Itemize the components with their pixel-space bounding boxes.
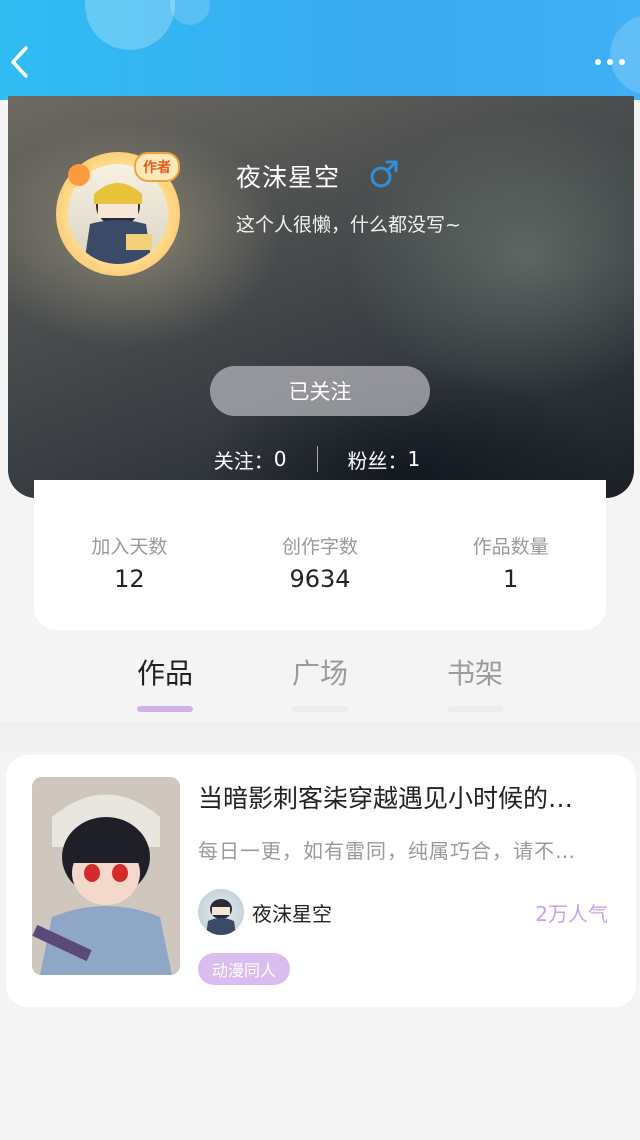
tab-works[interactable]: 作品 [88, 640, 243, 722]
tab-label: 广场 [291, 657, 348, 690]
male-icon [370, 160, 398, 188]
fans-count: 1 [407, 447, 421, 471]
more-dots-icon [595, 59, 601, 65]
stat-join-days: 加入天数 12 [34, 480, 225, 630]
stat-value: 9634 [289, 565, 351, 593]
more-button[interactable] [588, 48, 632, 76]
fans-label: 粉丝： [347, 448, 408, 473]
tab-indicator [137, 706, 193, 712]
divider [316, 446, 318, 472]
work-description: 每日一更，如有雷同，纯属巧合，请不… [198, 839, 576, 863]
work-author-row: 夜沫星空 2万人气 [198, 887, 608, 937]
decor-bubble [170, 0, 210, 25]
profile-tabs: 作品 广场 书架 [0, 640, 640, 722]
following-label: 关注： [213, 448, 274, 473]
work-card[interactable]: 当暗影刺客柒穿越遇见小时候的… 每日一更，如有雷同，纯属巧合，请不… 夜沫星空 … [6, 755, 636, 1007]
fans-stat[interactable]: 粉丝： 1 [348, 445, 421, 474]
tab-indicator [292, 706, 348, 712]
decor-bubble [85, 0, 175, 50]
stat-word-count: 创作字数 9634 [225, 480, 416, 630]
following-count: 0 [273, 447, 287, 471]
stat-label: 作品数量 [472, 536, 549, 558]
stat-label: 创作字数 [282, 536, 359, 558]
following-stat[interactable]: 关注： 0 [214, 445, 287, 474]
decor-dot [68, 164, 90, 186]
follow-button[interactable]: 已关注 [210, 366, 430, 416]
work-cover-image[interactable] [32, 777, 180, 975]
profile-bio: 这个人很懒，什么都没写~ [236, 214, 461, 236]
work-title[interactable]: 当暗影刺客柒穿越遇见小时候的… [198, 779, 618, 815]
section-divider [0, 722, 640, 752]
back-button[interactable] [0, 38, 40, 86]
tab-label: 作品 [136, 657, 193, 690]
profile-avatar[interactable]: 作者 [50, 146, 186, 282]
top-nav-bar [0, 0, 640, 100]
stat-value: 1 [503, 565, 519, 593]
creator-stats-card: 加入天数 12 创作字数 9634 作品数量 1 [34, 480, 606, 630]
author-name: 夜沫星空 [252, 901, 332, 926]
author-avatar[interactable] [198, 889, 244, 935]
stat-label: 加入天数 [91, 536, 168, 558]
tab-label: 书架 [446, 657, 503, 690]
author-badge: 作者 [134, 152, 180, 182]
chevron-left-icon [11, 46, 28, 78]
stat-value: 12 [114, 565, 145, 593]
tab-bookshelf[interactable]: 书架 [398, 640, 553, 722]
profile-header: 作者 夜沫星空 这个人很懒，什么都没写~ 已关注 关注： 0 粉丝： 1 [8, 96, 634, 498]
stat-work-count: 作品数量 1 [415, 480, 606, 630]
tab-square[interactable]: 广场 [243, 640, 398, 722]
popularity-count: 2万人气 [535, 901, 608, 926]
more-dots-icon [619, 59, 625, 65]
tab-indicator [447, 706, 503, 712]
category-tag[interactable]: 动漫同人 [198, 953, 291, 985]
profile-username: 夜沫星空 [236, 163, 341, 192]
more-dots-icon [607, 59, 613, 65]
follow-stats: 关注： 0 粉丝： 1 [8, 442, 634, 476]
